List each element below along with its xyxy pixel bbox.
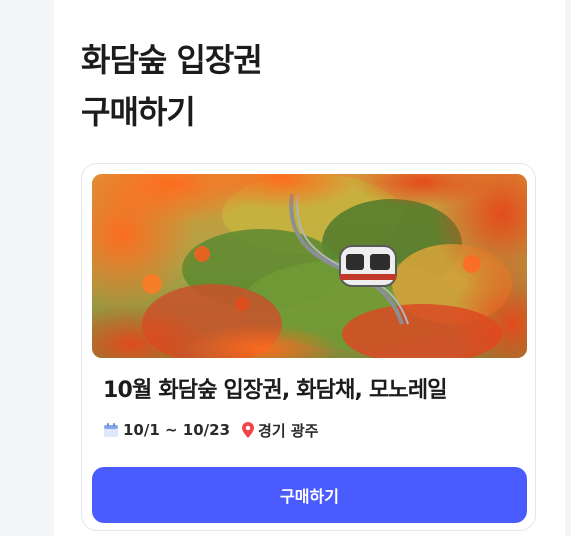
buy-button[interactable]: 구매하기 [92, 467, 527, 523]
location: 경기 광주 [258, 421, 319, 440]
purchase-panel: 화담숲 입장권 구매하기 10월 화담숲 입장권, 화담채, 모노레일 10/1… [54, 0, 565, 536]
monorail-car [339, 245, 397, 287]
ticket-card[interactable]: 10월 화담숲 입장권, 화담채, 모노레일 10/1 ~ 10/23 경기 광… [81, 163, 536, 531]
page-title-line2: 구매하기 [81, 93, 196, 131]
autumn-monorail-illustration [92, 174, 527, 358]
date-range: 10/1 ~ 10/23 [123, 421, 231, 439]
map-pin-icon [242, 422, 255, 438]
product-image [92, 174, 527, 358]
product-title: 10월 화담숲 입장권, 화담채, 모노레일 [103, 378, 448, 403]
calendar-icon [103, 422, 119, 438]
page-title-line1: 화담숲 입장권 [81, 41, 263, 79]
product-meta: 10/1 ~ 10/23 경기 광주 [103, 419, 318, 441]
page-title: 화담숲 입장권 구매하기 [81, 34, 263, 138]
